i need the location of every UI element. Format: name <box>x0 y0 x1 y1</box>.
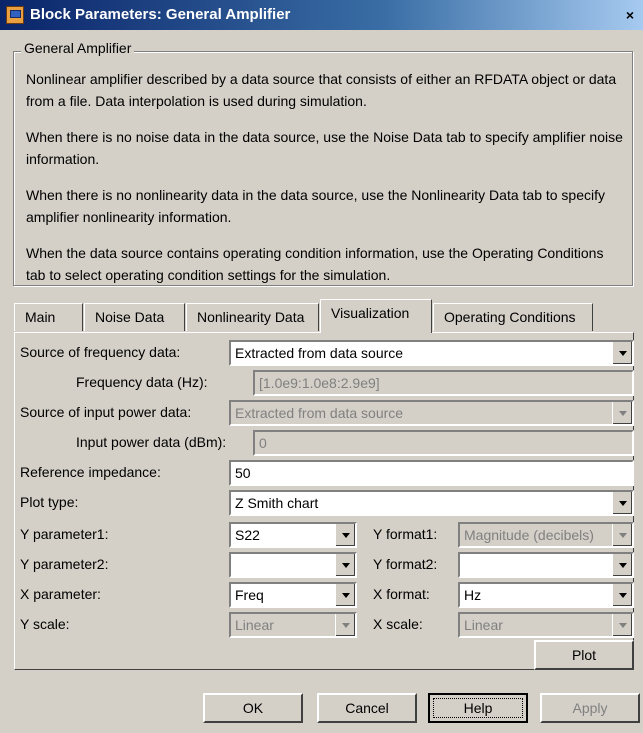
power-data-input[interactable]: 0 <box>253 430 634 456</box>
window-title: Block Parameters: General Amplifier <box>30 6 291 23</box>
power-source-label: Source of input power data: <box>20 404 192 420</box>
group-legend: General Amplifier <box>21 40 135 56</box>
xformat-select[interactable]: Hz <box>458 582 634 608</box>
tab-visualization[interactable]: Visualization <box>320 299 432 333</box>
yformat2-select[interactable] <box>458 552 634 578</box>
yparam1-label: Y parameter1: <box>20 526 109 542</box>
chevron-down-icon[interactable] <box>612 402 632 424</box>
cancel-button[interactable]: Cancel <box>317 693 417 723</box>
chevron-down-icon[interactable] <box>612 492 632 514</box>
xparam-label: X parameter: <box>20 586 101 602</box>
yformat1-label: Y format1: <box>373 526 438 542</box>
ok-button[interactable]: OK <box>203 693 303 723</box>
chevron-down-icon[interactable] <box>612 584 632 606</box>
yformat2-label: Y format2: <box>373 556 438 572</box>
plot-type-select[interactable]: Z Smith chart <box>229 490 634 516</box>
chevron-down-icon[interactable] <box>612 614 632 636</box>
chevron-down-icon[interactable] <box>335 614 355 636</box>
help-button[interactable]: Help <box>428 693 528 723</box>
yformat1-select[interactable]: Magnitude (decibels) <box>458 522 634 548</box>
description-paragraph: When the data source contains operating … <box>26 245 604 283</box>
yscale-select[interactable]: Linear <box>229 612 357 638</box>
yformat1-value: Magnitude (decibels) <box>464 527 594 543</box>
freq-source-value: Extracted from data source <box>235 345 404 361</box>
apply-button[interactable]: Apply <box>540 693 640 723</box>
freq-data-input[interactable]: [1.0e9:1.0e8:2.9e9] <box>253 370 634 396</box>
title-bar: Block Parameters: General Amplifier × <box>0 0 643 30</box>
xscale-value: Linear <box>464 617 503 633</box>
power-data-label: Input power data (dBm): <box>76 434 227 450</box>
yparam2-select[interactable] <box>229 552 357 578</box>
ref-impedance-label: Reference impedance: <box>20 464 161 480</box>
xformat-value: Hz <box>464 587 482 603</box>
description-paragraph: When there is no nonlinearity data in th… <box>26 187 606 225</box>
plot-type-label: Plot type: <box>20 494 79 510</box>
plot-type-value: Z Smith chart <box>235 495 319 511</box>
tab-strip: Main Noise Data Nonlinearity Data Visual… <box>14 299 634 333</box>
description-paragraph: When there is no noise data in the data … <box>26 129 623 167</box>
chevron-down-icon[interactable] <box>612 342 632 364</box>
chevron-down-icon[interactable] <box>612 554 632 576</box>
yparam2-label: Y parameter2: <box>20 556 109 572</box>
yscale-value: Linear <box>235 617 274 633</box>
tab-main[interactable]: Main <box>14 303 83 331</box>
description-paragraph: Nonlinear amplifier described by a data … <box>26 71 617 109</box>
chevron-down-icon[interactable] <box>335 584 355 606</box>
yparam1-value: S22 <box>235 527 260 543</box>
freq-source-select[interactable]: Extracted from data source <box>229 340 634 366</box>
freq-source-label: Source of frequency data: <box>20 344 181 360</box>
chevron-down-icon[interactable] <box>612 524 632 546</box>
tab-operating-conditions[interactable]: Operating Conditions <box>433 303 593 331</box>
plot-button[interactable]: Plot <box>534 640 634 670</box>
power-source-select[interactable]: Extracted from data source <box>229 400 634 426</box>
xformat-label: X format: <box>373 586 430 602</box>
xscale-select[interactable]: Linear <box>458 612 634 638</box>
tab-nonlinearity-data[interactable]: Nonlinearity Data <box>186 303 319 331</box>
chevron-down-icon[interactable] <box>335 554 355 576</box>
chevron-down-icon[interactable] <box>335 524 355 546</box>
ref-impedance-input[interactable]: 50 <box>229 460 634 486</box>
xscale-label: X scale: <box>373 616 423 632</box>
xparam-value: Freq <box>235 587 264 603</box>
block-icon <box>6 6 24 24</box>
close-icon[interactable]: × <box>621 6 639 24</box>
yparam1-select[interactable]: S22 <box>229 522 357 548</box>
tab-noise-data[interactable]: Noise Data <box>84 303 185 331</box>
power-source-value: Extracted from data source <box>235 405 404 421</box>
xparam-select[interactable]: Freq <box>229 582 357 608</box>
freq-data-label: Frequency data (Hz): <box>76 374 208 390</box>
yscale-label: Y scale: <box>20 616 70 632</box>
